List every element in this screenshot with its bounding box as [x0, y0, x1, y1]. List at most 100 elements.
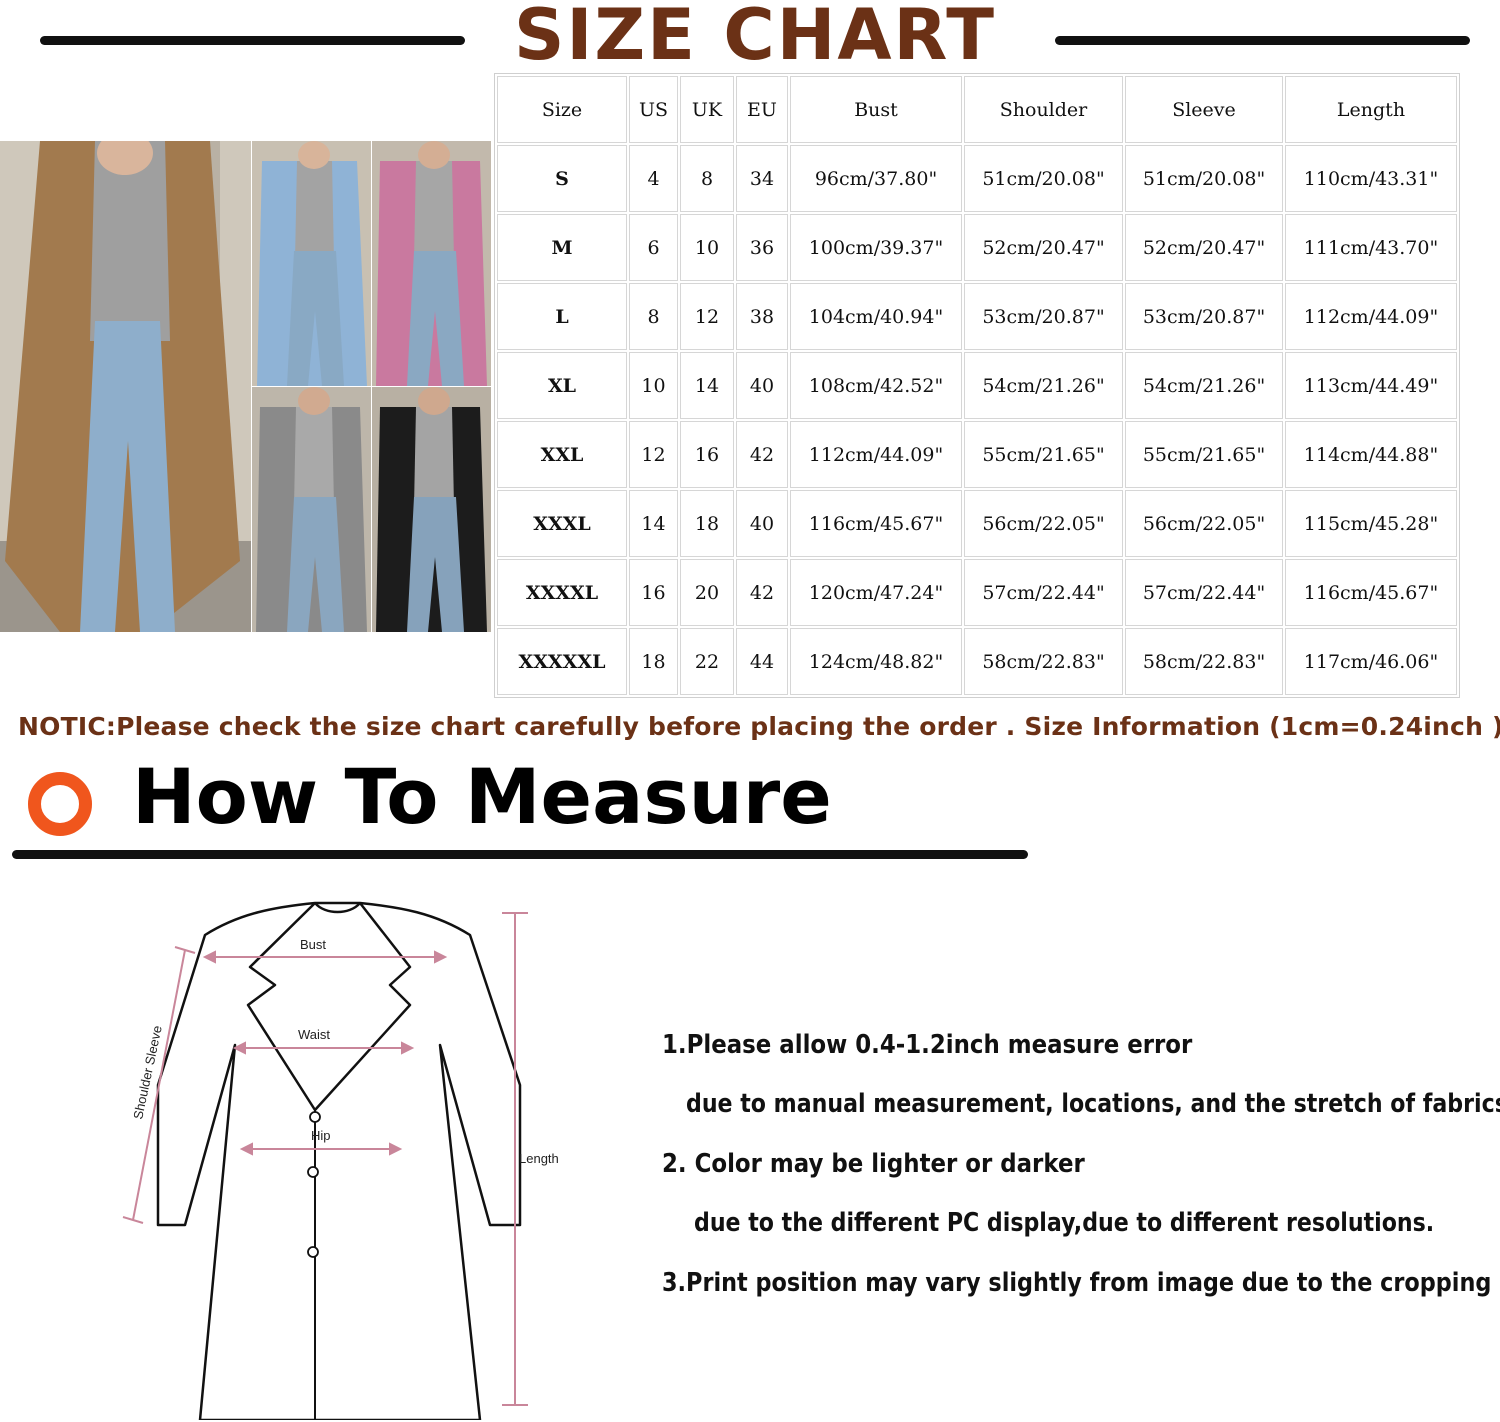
cell-size: XXL — [497, 421, 627, 488]
cell-bust: 116cm/45.67" — [790, 490, 962, 557]
size-notice: NOTIC:Please check the size chart carefu… — [18, 712, 1500, 741]
cell-bust: 120cm/47.24" — [790, 559, 962, 626]
cell-eu: 40 — [736, 490, 788, 557]
cell-sleeve: 58cm/22.83" — [1125, 628, 1283, 695]
note-1: 1.Please allow 0.4-1.2inch measure error — [662, 1030, 1193, 1060]
cell-bust: 104cm/40.94" — [790, 283, 962, 350]
bust-label: Bust — [300, 937, 326, 952]
product-photo-camel — [0, 141, 251, 632]
coat-measure-diagram: Bust Waist Hip Length Shoulder Sleeve — [122, 901, 559, 1420]
cell-uk: 16 — [680, 421, 734, 488]
coat-lapel-right — [314, 902, 412, 1111]
waist-label: Waist — [298, 1027, 330, 1042]
cell-length: 110cm/43.31" — [1285, 145, 1457, 212]
cell-shoulder: 57cm/22.44" — [964, 559, 1123, 626]
page-title: SIZE CHART — [513, 0, 997, 76]
cell-bust: 100cm/39.37" — [790, 214, 962, 281]
cell-length: 117cm/46.06" — [1285, 628, 1457, 695]
cell-us: 8 — [629, 283, 678, 350]
cell-eu: 34 — [736, 145, 788, 212]
cell-us: 12 — [629, 421, 678, 488]
length-label: Length — [519, 1151, 559, 1166]
table-row: M 6 10 36 100cm/39.37" 52cm/20.47" 52cm/… — [497, 214, 1457, 281]
column-header-bust: Bust — [790, 76, 962, 143]
header-rule-right — [1055, 36, 1470, 45]
cell-uk: 10 — [680, 214, 734, 281]
cell-uk: 14 — [680, 352, 734, 419]
cell-shoulder: 58cm/22.83" — [964, 628, 1123, 695]
cell-bust: 96cm/37.80" — [790, 145, 962, 212]
orange-circle-icon — [28, 772, 92, 836]
cell-bust: 108cm/42.52" — [790, 352, 962, 419]
table-row: S 4 8 34 96cm/37.80" 51cm/20.08" 51cm/20… — [497, 145, 1457, 212]
table-row: L 8 12 38 104cm/40.94" 53cm/20.87" 53cm/… — [497, 283, 1457, 350]
cell-shoulder: 55cm/21.65" — [964, 421, 1123, 488]
note-3: 3.Print position may vary slightly from … — [662, 1268, 1492, 1298]
cell-sleeve: 56cm/22.05" — [1125, 490, 1283, 557]
cell-size: XXXL — [497, 490, 627, 557]
cell-eu: 42 — [736, 559, 788, 626]
cell-sleeve: 53cm/20.87" — [1125, 283, 1283, 350]
table-row: XL 10 14 40 108cm/42.52" 54cm/21.26" 54c… — [497, 352, 1457, 419]
measure-section-title: How To Measure — [132, 752, 832, 841]
cell-size: XXXXXL — [497, 628, 627, 695]
table-row: XXXXL 16 20 42 120cm/47.24" 57cm/22.44" … — [497, 559, 1457, 626]
product-photo-black — [372, 387, 491, 632]
column-header-us: US — [629, 76, 678, 143]
product-photo-blue — [252, 141, 371, 386]
cell-size: M — [497, 214, 627, 281]
table-header-row: Size US UK EU Bust Shoulder Sleeve Lengt… — [497, 76, 1457, 143]
hip-label: Hip — [311, 1128, 331, 1143]
shoulder-sleeve-label: Shoulder Sleeve — [130, 1024, 165, 1120]
table-row: XXXXXL 18 22 44 124cm/48.82" 58cm/22.83"… — [497, 628, 1457, 695]
cell-us: 14 — [629, 490, 678, 557]
cell-size: XXXXL — [497, 559, 627, 626]
cell-uk: 20 — [680, 559, 734, 626]
cell-bust: 124cm/48.82" — [790, 628, 962, 695]
cell-length: 116cm/45.67" — [1285, 559, 1457, 626]
table-row: XXL 12 16 42 112cm/44.09" 55cm/21.65" 55… — [497, 421, 1457, 488]
coat-button — [309, 1111, 321, 1123]
cell-uk: 8 — [680, 145, 734, 212]
table-row: XXXL 14 18 40 116cm/45.67" 56cm/22.05" 5… — [497, 490, 1457, 557]
cell-length: 115cm/45.28" — [1285, 490, 1457, 557]
cell-sleeve: 52cm/20.47" — [1125, 214, 1283, 281]
product-photo-gray — [252, 387, 371, 632]
coat-collar — [314, 902, 361, 914]
column-header-size: Size — [497, 76, 627, 143]
cell-size: XL — [497, 352, 627, 419]
cell-uk: 12 — [680, 283, 734, 350]
cell-sleeve: 51cm/20.08" — [1125, 145, 1283, 212]
cell-uk: 18 — [680, 490, 734, 557]
coat-lapel-left — [246, 902, 317, 1111]
measure-title-rule — [12, 850, 1028, 859]
cell-eu: 44 — [736, 628, 788, 695]
cell-sleeve: 54cm/21.26" — [1125, 352, 1283, 419]
cell-size: L — [497, 283, 627, 350]
cell-uk: 22 — [680, 628, 734, 695]
cell-us: 18 — [629, 628, 678, 695]
cell-us: 16 — [629, 559, 678, 626]
size-chart-table: Size US UK EU Bust Shoulder Sleeve Lengt… — [494, 73, 1460, 698]
cell-shoulder: 52cm/20.47" — [964, 214, 1123, 281]
cell-bust: 112cm/44.09" — [790, 421, 962, 488]
coat-outline — [156, 901, 522, 1420]
column-header-eu: EU — [736, 76, 788, 143]
note-2-detail: due to the different PC display,due to d… — [694, 1208, 1435, 1238]
cell-us: 6 — [629, 214, 678, 281]
column-header-uk: UK — [680, 76, 734, 143]
product-photo-pink — [372, 141, 491, 386]
coat-button — [307, 1246, 319, 1258]
cell-size: S — [497, 145, 627, 212]
cell-us: 4 — [629, 145, 678, 212]
cell-shoulder: 51cm/20.08" — [964, 145, 1123, 212]
cell-length: 114cm/44.88" — [1285, 421, 1457, 488]
cell-eu: 36 — [736, 214, 788, 281]
note-2: 2. Color may be lighter or darker — [662, 1149, 1085, 1179]
cell-shoulder: 53cm/20.87" — [964, 283, 1123, 350]
cell-shoulder: 56cm/22.05" — [964, 490, 1123, 557]
header-rule-left — [40, 36, 465, 45]
cell-eu: 38 — [736, 283, 788, 350]
note-1-detail: due to manual measurement, locations, an… — [686, 1089, 1500, 1119]
cell-sleeve: 57cm/22.44" — [1125, 559, 1283, 626]
